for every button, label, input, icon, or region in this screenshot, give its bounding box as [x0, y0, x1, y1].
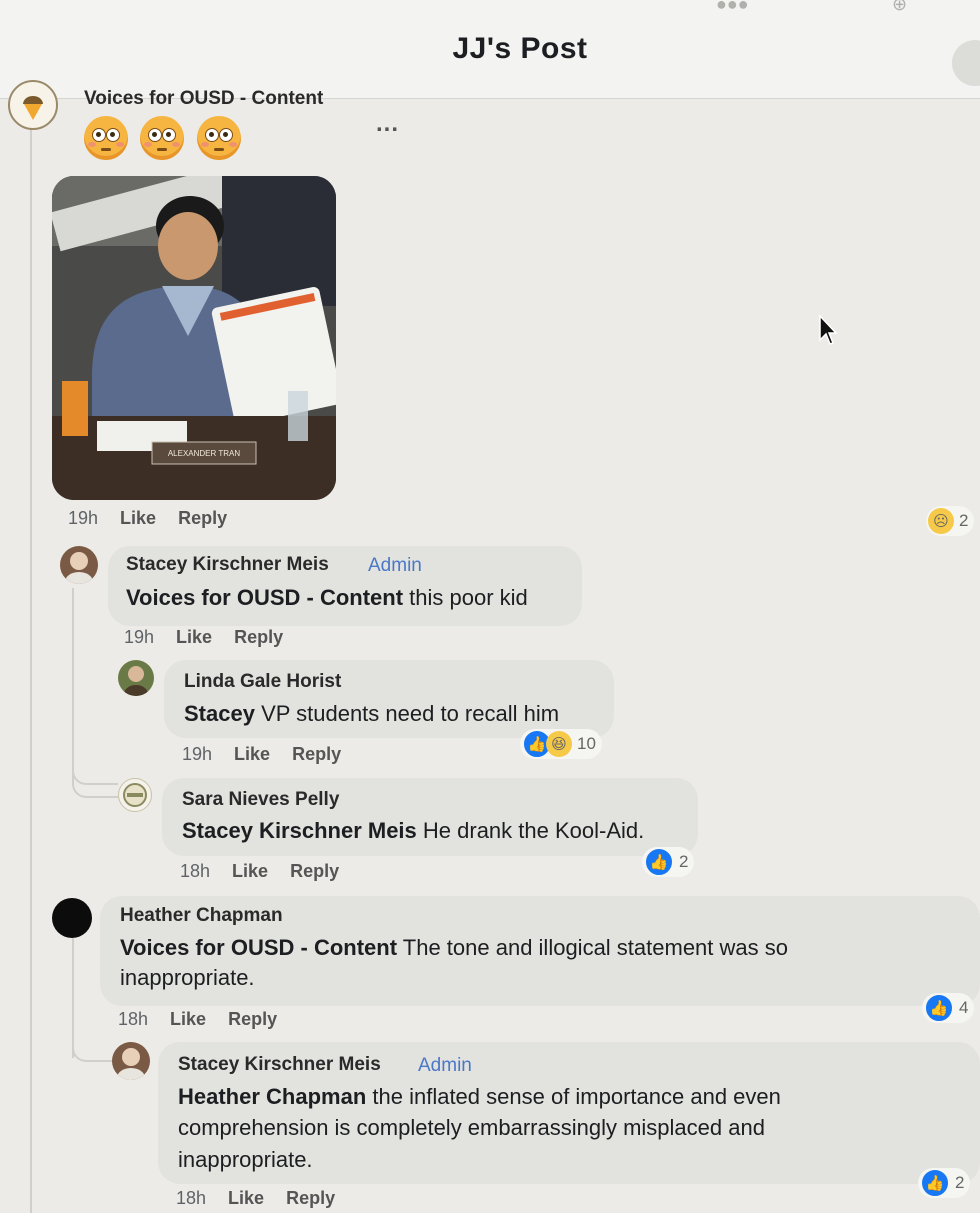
avatar[interactable] — [112, 1042, 150, 1080]
notifications-icon[interactable]: ⊕ — [892, 0, 907, 15]
like-button[interactable]: Like — [228, 1188, 264, 1208]
thread-line — [30, 122, 32, 1213]
mouse-cursor-icon — [819, 314, 838, 345]
comment-actions: 19h Like Reply — [68, 508, 249, 529]
avatar[interactable] — [118, 660, 154, 696]
comment-time: 18h — [176, 1188, 207, 1208]
messenger-icon[interactable]: ●●● — [716, 0, 749, 15]
reaction-summary[interactable]: 👍 😆 10 — [520, 729, 602, 759]
sad-face-icon: ☹ — [928, 508, 954, 534]
reaction-summary[interactable]: ☹ 2 — [926, 506, 975, 536]
comment-text: Stacey Kirschner Meis He drank the Kool-… — [182, 818, 645, 843]
comment-time: 19h — [68, 508, 99, 528]
reply-connector — [72, 700, 118, 798]
reply-button[interactable]: Reply — [234, 627, 283, 647]
comment-author[interactable]: Stacey Kirschner Meis — [178, 1054, 381, 1076]
comment-time: 19h — [182, 744, 213, 764]
reply-button[interactable]: Reply — [290, 861, 339, 881]
reaction-summary[interactable]: 👍 2 — [918, 1168, 971, 1198]
flushed-face-icon — [140, 116, 185, 160]
comment-actions: 18h Like Reply — [118, 1009, 299, 1030]
mention-link[interactable]: Voices for OUSD - Content — [126, 585, 403, 610]
like-button[interactable]: Like — [120, 508, 156, 528]
comment-actions: 19h Like Reply — [124, 627, 305, 648]
comment-text: comprehension is completely embarrassing… — [178, 1115, 765, 1140]
like-icon: 👍 — [644, 847, 674, 877]
comment-actions: 18h Like Reply — [180, 861, 361, 882]
emoji-row — [84, 116, 249, 165]
comment-actions: 19h Like Reply — [182, 744, 363, 765]
mention-link[interactable]: Stacey Kirschner Meis — [182, 818, 417, 843]
comment-photo[interactable]: ALEXANDER TRAN — [52, 176, 336, 500]
comment-text: Stacey VP students need to recall him — [184, 701, 560, 726]
profile-photo-icon — [117, 1048, 145, 1080]
reply-button[interactable]: Reply — [228, 1009, 277, 1029]
admin-badge: Admin — [418, 1055, 472, 1076]
avatar[interactable] — [118, 778, 152, 812]
comment-actions: 18h Like Reply — [176, 1188, 357, 1209]
photo-image: ALEXANDER TRAN — [52, 176, 336, 500]
comment-author[interactable]: Linda Gale Horist — [184, 671, 341, 693]
mention-link[interactable]: Heather Chapman — [178, 1084, 366, 1109]
reply-connector — [72, 1020, 114, 1062]
comment-author[interactable]: Heather Chapman — [120, 905, 283, 927]
comment-text: inappropriate. — [178, 1147, 313, 1172]
comment-time: 18h — [118, 1009, 149, 1029]
post-header: ●●● ⊕ JJ's Post — [0, 0, 980, 99]
like-icon: 👍 — [920, 1168, 950, 1198]
comment-text: Voices for OUSD - Content this poor kid — [126, 585, 528, 610]
mention-link[interactable]: Stacey — [184, 701, 255, 726]
like-icon: 👍 — [924, 993, 954, 1023]
comment-time: 19h — [124, 627, 155, 647]
comment-time: 18h — [180, 861, 211, 881]
profile-logo-icon — [123, 783, 147, 807]
avatar[interactable] — [52, 898, 92, 938]
reaction-summary[interactable]: 👍 4 — [922, 993, 975, 1023]
like-button[interactable]: Like — [170, 1009, 206, 1029]
comment-text: Heather Chapman the inflated sense of im… — [178, 1084, 781, 1109]
comment-author[interactable]: Sara Nieves Pelly — [182, 789, 339, 811]
comment-author[interactable]: Stacey Kirschner Meis — [126, 554, 329, 576]
reply-button[interactable]: Reply — [178, 508, 227, 528]
like-button[interactable]: Like — [232, 861, 268, 881]
flushed-face-icon — [84, 116, 128, 160]
profile-photo-icon — [124, 666, 148, 696]
like-button[interactable]: Like — [176, 627, 212, 647]
mention-link[interactable]: Voices for OUSD - Content — [120, 935, 397, 960]
reply-button[interactable]: Reply — [286, 1188, 335, 1208]
laughing-face-icon: 😆 — [546, 731, 572, 757]
page-title: JJ's Post — [452, 32, 588, 65]
reply-button[interactable]: Reply — [292, 744, 341, 764]
avatar[interactable] — [60, 546, 98, 584]
comment-text: inappropriate. — [120, 965, 255, 990]
acorn-logo-icon — [23, 96, 43, 120]
reaction-summary[interactable]: 👍 2 — [642, 847, 695, 877]
like-button[interactable]: Like — [234, 744, 270, 764]
comment-text: Voices for OUSD - Content The tone and i… — [120, 935, 788, 960]
flushed-face-icon — [196, 116, 241, 160]
comment-author[interactable]: Voices for OUSD - Content — [84, 88, 323, 110]
page-avatar[interactable] — [8, 80, 58, 130]
profile-photo-icon — [65, 552, 93, 584]
admin-badge: Admin — [368, 555, 422, 576]
more-options-button[interactable]: ... — [376, 110, 399, 138]
photo-nameplate: ALEXANDER TRAN — [168, 449, 241, 458]
